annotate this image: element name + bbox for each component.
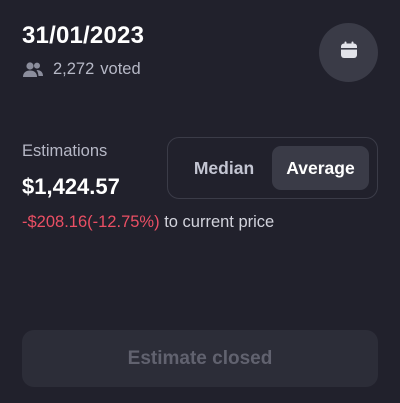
toggle-option-median[interactable]: Median — [176, 146, 272, 190]
votes-count: 2,272 — [53, 60, 95, 78]
estimation-value: $1,424.57 — [22, 174, 120, 199]
price-difference-amount: -$208.16(-12.75%) — [22, 213, 160, 231]
votes-summary: 2,272 voted — [22, 60, 141, 79]
price-difference-suffix: to current price — [164, 213, 275, 231]
price-difference: -$208.16(-12.75%) to current price — [22, 213, 274, 232]
toggle-option-average[interactable]: Average — [272, 146, 369, 190]
votes-label: voted — [100, 60, 141, 78]
estimate-closed-button[interactable]: Estimate closed — [22, 330, 378, 387]
estimate-date: 31/01/2023 — [22, 22, 145, 49]
median-average-toggle: Median Average — [167, 137, 378, 199]
users-icon — [22, 61, 44, 79]
calendar-icon — [339, 40, 359, 65]
estimations-label: Estimations — [22, 142, 108, 160]
calendar-button[interactable] — [319, 23, 378, 82]
